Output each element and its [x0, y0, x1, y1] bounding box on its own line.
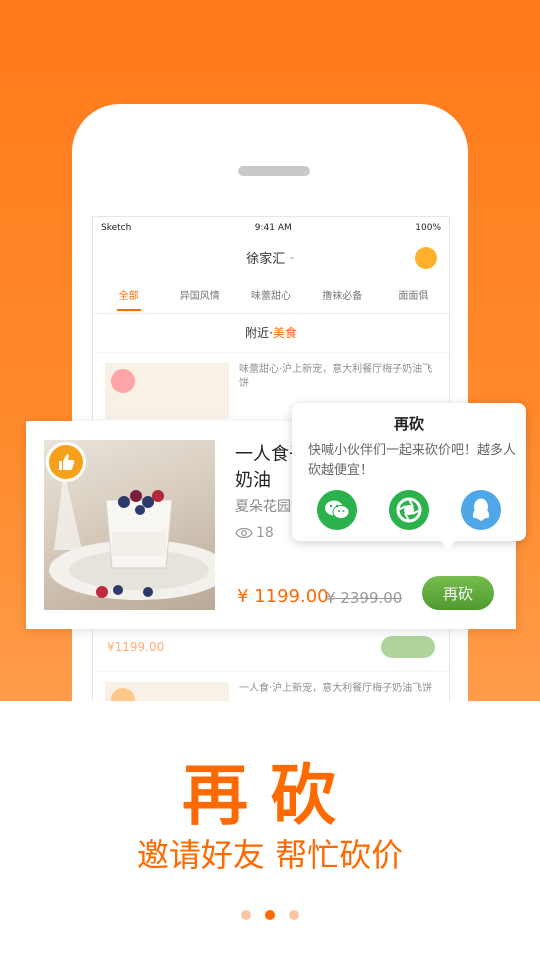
nearby-category: 美食	[272, 326, 297, 340]
phone-speaker	[238, 166, 310, 176]
nav-bar: 徐家汇 ⌄	[93, 239, 449, 275]
item-price: ¥1199.00	[107, 640, 165, 654]
page-indicator	[0, 910, 540, 920]
view-count: 18	[235, 525, 274, 541]
promo-title: 再砍	[182, 757, 358, 834]
share-popup: 再砍 快喊小伙伴们一起来砍价吧！越多人砍越便宜！	[292, 403, 526, 550]
tab-dessert[interactable]: 味蕾甜心	[235, 287, 306, 302]
tab-essentials[interactable]: 撸袜必备	[307, 287, 378, 302]
chevron-down-icon: ⌄	[288, 252, 296, 262]
moments-icon[interactable]	[389, 490, 429, 530]
current-price: ¥ 1199.00	[237, 586, 329, 607]
location-title[interactable]: 徐家汇	[246, 248, 285, 267]
original-price: ¥ 2399.00	[326, 589, 403, 607]
thumbs-up-icon	[46, 442, 86, 482]
tab-all[interactable]: 全部	[93, 287, 164, 311]
category-tabs: 全部 异国风情 味蕾甜心 撸袜必备 面面俱	[93, 275, 449, 314]
item-thumbnail	[105, 363, 229, 419]
popup-title: 再砍	[393, 415, 424, 433]
battery-label: 100%	[415, 223, 441, 233]
tab-exotic[interactable]: 异国风情	[164, 287, 235, 302]
promo-subtitle: 邀请好友 帮忙砍价	[136, 836, 404, 874]
tab-noodles[interactable]: 面面俱	[378, 287, 449, 302]
bargain-button[interactable]	[381, 636, 435, 658]
list-item-footer: ¥1199.00	[93, 623, 449, 671]
page-dot[interactable]	[241, 910, 251, 920]
nearby-header: 附近·美食	[93, 314, 449, 352]
new-badge	[111, 369, 135, 393]
eye-icon	[235, 527, 253, 539]
bargain-again-button[interactable]: 再砍	[422, 576, 494, 610]
product-image	[44, 440, 215, 610]
popup-description: 快喊小伙伴们一起来砍价吧！越多人砍越便宜！	[308, 443, 517, 478]
shop-name: 夏朵花园	[235, 499, 291, 515]
view-count-value: 18	[256, 525, 274, 541]
status-bar: Sketch 9:41 AM 100%	[93, 217, 449, 239]
carrier-label: Sketch	[101, 223, 132, 233]
nearby-prefix: 附近·	[245, 326, 273, 340]
coin-icon[interactable]	[415, 247, 437, 269]
wechat-icon[interactable]	[317, 490, 357, 530]
page-dot[interactable]	[289, 910, 299, 920]
clock: 9:41 AM	[254, 223, 292, 233]
page-dot-active[interactable]	[265, 910, 275, 920]
qq-icon[interactable]	[461, 490, 501, 530]
